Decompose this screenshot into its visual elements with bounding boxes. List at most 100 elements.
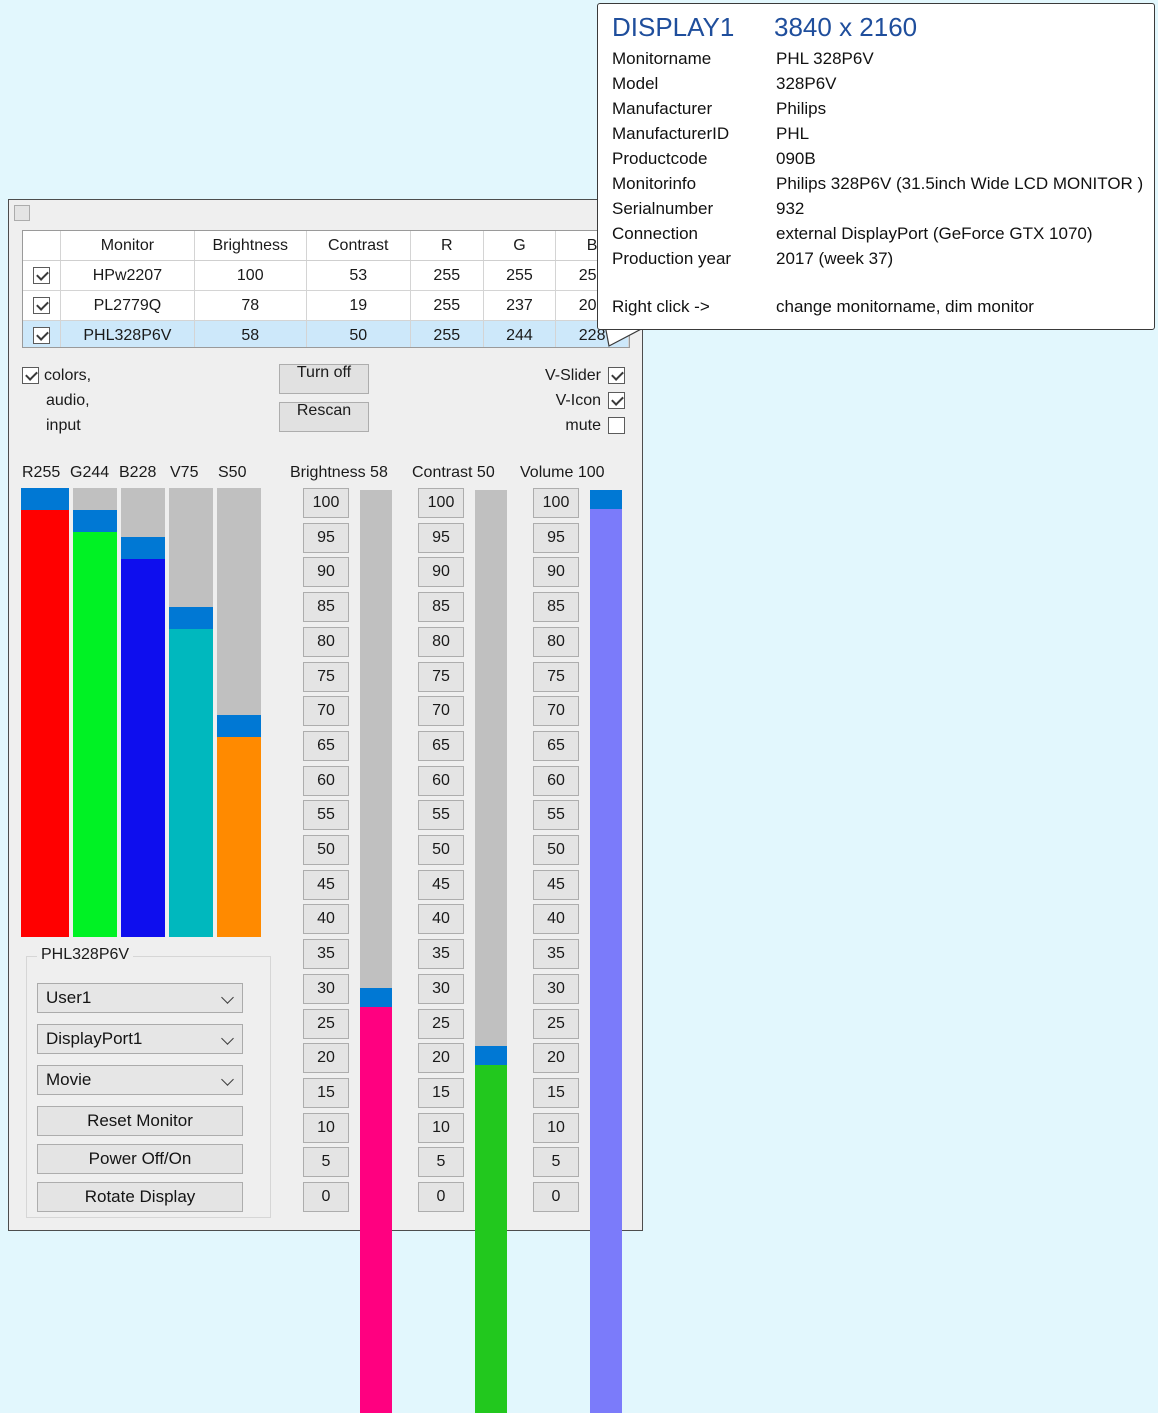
brightness-step-0[interactable]: 0	[303, 1182, 349, 1212]
contrast-step-20[interactable]: 20	[418, 1043, 464, 1074]
contrast-step-30[interactable]: 30	[418, 973, 464, 1004]
contrast-step-55[interactable]: 55	[418, 800, 464, 831]
brightness-step-15[interactable]: 15	[303, 1077, 349, 1108]
brightness-step-100[interactable]: 100	[303, 488, 349, 518]
row-checkbox-cell[interactable]	[23, 290, 61, 321]
turn-off-button[interactable]: Turn off	[279, 364, 369, 394]
contrast-slider-track[interactable]	[475, 490, 507, 1413]
brightness-step-50[interactable]: 50	[303, 835, 349, 865]
table-row[interactable]: HPw2207 100 53 255 255 255	[23, 260, 629, 291]
g-color-slider[interactable]	[73, 488, 117, 937]
contrast-step-0[interactable]: 0	[418, 1182, 464, 1212]
col-header-monitor[interactable]: Monitor	[60, 231, 195, 261]
brightness-step-25[interactable]: 25	[303, 1008, 349, 1039]
brightness-step-65[interactable]: 65	[303, 730, 349, 761]
row-checkbox[interactable]	[32, 296, 50, 314]
col-header-g[interactable]: G	[483, 231, 557, 261]
b-slider-thumb[interactable]	[121, 537, 165, 559]
volume-step-70[interactable]: 70	[533, 696, 579, 727]
volume-step-55[interactable]: 55	[533, 800, 579, 831]
contrast-step-45[interactable]: 45	[418, 869, 464, 900]
v-slider-thumb[interactable]	[169, 607, 213, 629]
col-header-r[interactable]: R	[410, 231, 484, 261]
volume-step-75[interactable]: 75	[533, 661, 579, 692]
volume-step-25[interactable]: 25	[533, 1008, 579, 1039]
volume-step-10[interactable]: 10	[533, 1112, 579, 1143]
brightness-step-60[interactable]: 60	[303, 765, 349, 796]
col-header-contrast[interactable]: Contrast	[306, 231, 411, 261]
contrast-step-60[interactable]: 60	[418, 765, 464, 796]
input-source-dropdown[interactable]: DisplayPort1	[37, 1024, 243, 1054]
brightness-step-70[interactable]: 70	[303, 696, 349, 727]
table-row[interactable]: PL2779Q 78 19 255 237 202	[23, 290, 629, 321]
v-icon-row[interactable]: V-Icon	[545, 388, 625, 413]
contrast-step-90[interactable]: 90	[418, 557, 464, 588]
contrast-step-40[interactable]: 40	[418, 904, 464, 935]
reset-monitor-button[interactable]: Reset Monitor	[37, 1106, 243, 1136]
contrast-step-85[interactable]: 85	[418, 592, 464, 623]
contrast-step-25[interactable]: 25	[418, 1008, 464, 1039]
brightness-step-35[interactable]: 35	[303, 939, 349, 970]
s-slider-thumb[interactable]	[217, 715, 261, 737]
brightness-step-95[interactable]: 95	[303, 522, 349, 553]
brightness-step-20[interactable]: 20	[303, 1043, 349, 1074]
contrast-step-5[interactable]: 5	[418, 1147, 464, 1178]
volume-slider-track[interactable]	[590, 490, 622, 1413]
volume-step-35[interactable]: 35	[533, 939, 579, 970]
contrast-step-50[interactable]: 50	[418, 835, 464, 865]
volume-step-85[interactable]: 85	[533, 592, 579, 623]
picture-mode-dropdown[interactable]: Movie	[37, 1065, 243, 1095]
contrast-step-95[interactable]: 95	[418, 522, 464, 553]
brightness-step-40[interactable]: 40	[303, 904, 349, 935]
volume-step-30[interactable]: 30	[533, 973, 579, 1004]
volume-step-100[interactable]: 100	[533, 488, 579, 518]
mute-checkbox[interactable]	[608, 417, 625, 435]
volume-step-0[interactable]: 0	[533, 1182, 579, 1212]
row-checkbox-cell[interactable]	[23, 320, 61, 347]
brightness-step-55[interactable]: 55	[303, 800, 349, 831]
colors-checkbox[interactable]	[22, 367, 39, 385]
v-color-slider[interactable]	[169, 488, 213, 937]
volume-step-80[interactable]: 80	[533, 626, 579, 657]
preset-dropdown[interactable]: User1	[37, 983, 243, 1013]
brightness-step-5[interactable]: 5	[303, 1147, 349, 1178]
table-row-selected[interactable]: PHL328P6V 58 50 255 244 228	[23, 320, 629, 347]
row-checkbox[interactable]	[32, 326, 50, 344]
v-slider-row[interactable]: V-Slider	[545, 363, 625, 388]
v-icon-checkbox[interactable]	[608, 392, 625, 410]
volume-step-90[interactable]: 90	[533, 557, 579, 588]
volume-step-40[interactable]: 40	[533, 904, 579, 935]
brightness-slider-track[interactable]	[360, 490, 392, 1413]
contrast-step-75[interactable]: 75	[418, 661, 464, 692]
v-slider-checkbox[interactable]	[608, 367, 625, 385]
col-header-brightness[interactable]: Brightness	[194, 231, 307, 261]
r-color-slider[interactable]	[21, 488, 69, 937]
s-color-slider[interactable]	[217, 488, 261, 937]
contrast-step-35[interactable]: 35	[418, 939, 464, 970]
contrast-step-15[interactable]: 15	[418, 1077, 464, 1108]
monitor-table[interactable]: Monitor Brightness Contrast R G B HPw220…	[22, 230, 630, 348]
row-checkbox-cell[interactable]	[23, 260, 61, 291]
brightness-step-30[interactable]: 30	[303, 973, 349, 1004]
contrast-step-100[interactable]: 100	[418, 488, 464, 518]
row-checkbox[interactable]	[32, 266, 50, 284]
volume-step-95[interactable]: 95	[533, 522, 579, 553]
b-color-slider[interactable]	[121, 488, 165, 937]
volume-step-65[interactable]: 65	[533, 730, 579, 761]
volume-step-5[interactable]: 5	[533, 1147, 579, 1178]
volume-step-45[interactable]: 45	[533, 869, 579, 900]
r-slider-thumb[interactable]	[21, 488, 69, 510]
rescan-button[interactable]: Rescan	[279, 402, 369, 432]
power-off-on-button[interactable]: Power Off/On	[37, 1144, 243, 1174]
contrast-step-80[interactable]: 80	[418, 626, 464, 657]
app-icon[interactable]	[14, 205, 30, 221]
contrast-step-65[interactable]: 65	[418, 730, 464, 761]
volume-slider-thumb[interactable]	[590, 490, 622, 509]
brightness-step-90[interactable]: 90	[303, 557, 349, 588]
brightness-step-45[interactable]: 45	[303, 869, 349, 900]
brightness-step-10[interactable]: 10	[303, 1112, 349, 1143]
volume-step-20[interactable]: 20	[533, 1043, 579, 1074]
volume-step-60[interactable]: 60	[533, 765, 579, 796]
volume-step-15[interactable]: 15	[533, 1077, 579, 1108]
volume-step-50[interactable]: 50	[533, 835, 579, 865]
